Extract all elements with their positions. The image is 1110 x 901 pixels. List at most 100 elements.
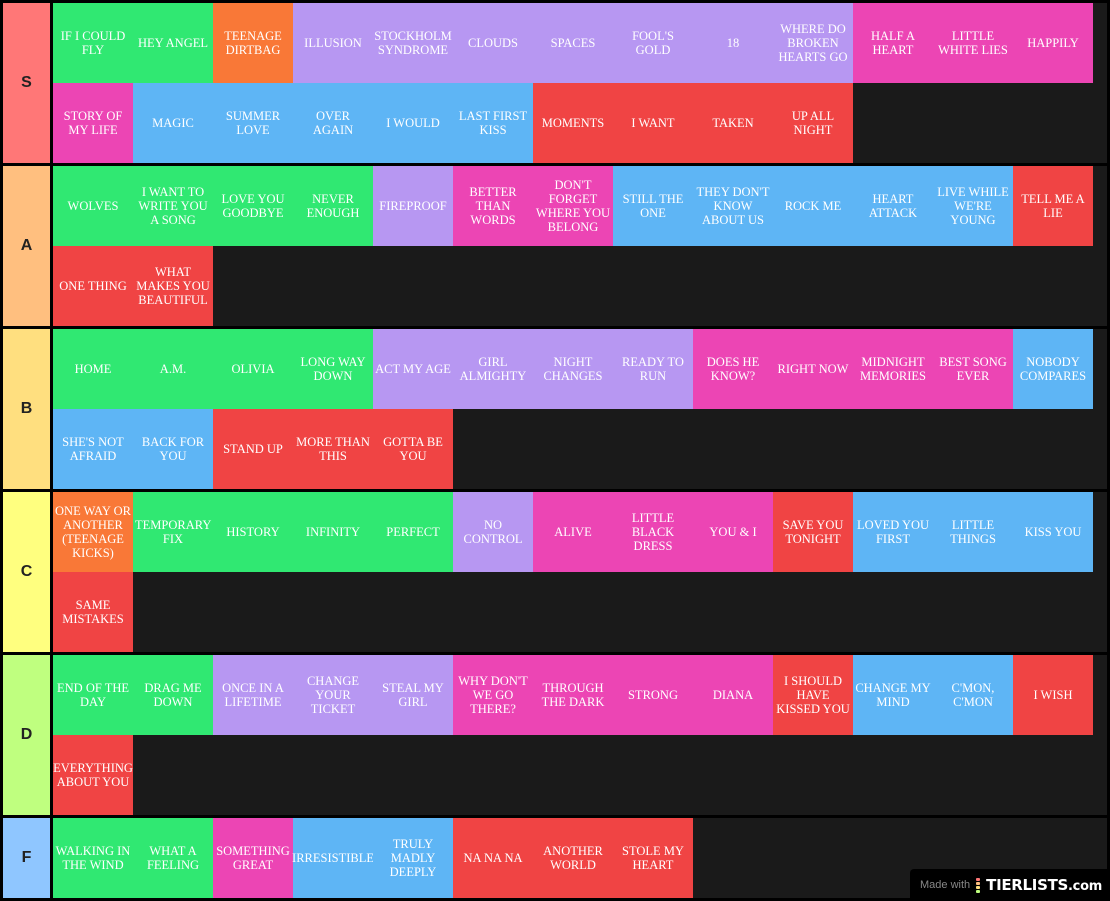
tier-item[interactable]: I WOULD bbox=[373, 83, 453, 163]
tier-item[interactable]: FIREPROOF bbox=[373, 166, 453, 246]
tier-item[interactable]: BEST SONG EVER bbox=[933, 329, 1013, 409]
tier-item[interactable]: STOCKHOLM SYNDROME bbox=[373, 3, 453, 83]
tier-item[interactable]: BACK FOR YOU bbox=[133, 409, 213, 489]
tier-item[interactable]: I SHOULD HAVE KISSED YOU bbox=[773, 655, 853, 735]
tier-item[interactable]: LITTLE THINGS bbox=[933, 492, 1013, 572]
tier-item[interactable]: STILL THE ONE bbox=[613, 166, 693, 246]
tier-item[interactable]: MORE THAN THIS bbox=[293, 409, 373, 489]
tier-item[interactable]: HISTORY bbox=[213, 492, 293, 572]
tier-items-dropzone[interactable]: WOLVES I WANT TO WRITE YOU A SONG LOVE YOU… bbox=[53, 166, 1107, 326]
tier-item[interactable]: HALF A HEART bbox=[853, 3, 933, 83]
tier-item[interactable]: SAVE YOU TONIGHT bbox=[773, 492, 853, 572]
tier-item[interactable]: LAST FIRST KISS bbox=[453, 83, 533, 163]
tier-item[interactable]: LOVED YOU FIRST bbox=[853, 492, 933, 572]
tier-item[interactable]: I WISH bbox=[1013, 655, 1093, 735]
tier-item[interactable]: LOVE YOU GOODBYE bbox=[213, 166, 293, 246]
tier-item[interactable]: SUMMER LOVE bbox=[213, 83, 293, 163]
tier-item[interactable]: HEY ANGEL bbox=[133, 3, 213, 83]
tier-item[interactable]: STOLE MY HEART bbox=[613, 818, 693, 898]
tier-item[interactable]: TELL ME A LIE bbox=[1013, 166, 1093, 246]
tier-item[interactable]: FOOL'S GOLD bbox=[613, 3, 693, 83]
tier-item[interactable]: RIGHT NOW bbox=[773, 329, 853, 409]
tier-item[interactable]: MOMENTS bbox=[533, 83, 613, 163]
tier-item[interactable]: ONE WAY OR ANOTHER (TEENAGE KICKS) bbox=[53, 492, 133, 572]
tier-item[interactable]: NEVER ENOUGH bbox=[293, 166, 373, 246]
tier-item[interactable]: CLOUDS bbox=[453, 3, 533, 83]
tier-item[interactable]: NIGHT CHANGES bbox=[533, 329, 613, 409]
tier-item[interactable]: WHERE DO BROKEN HEARTS GO bbox=[773, 3, 853, 83]
tier-item[interactable]: I WANT bbox=[613, 83, 693, 163]
tier-item[interactable]: DOES HE KNOW? bbox=[693, 329, 773, 409]
tier-item[interactable]: STRONG bbox=[613, 655, 693, 735]
tier-item[interactable]: HAPPILY bbox=[1013, 3, 1093, 83]
tier-item[interactable]: YOU & I bbox=[693, 492, 773, 572]
tier-item[interactable]: DRAG ME DOWN bbox=[133, 655, 213, 735]
tier-item[interactable]: BETTER THAN WORDS bbox=[453, 166, 533, 246]
tier-item[interactable]: OVER AGAIN bbox=[293, 83, 373, 163]
tier-label[interactable]: B bbox=[3, 329, 50, 489]
tier-item[interactable]: NA NA NA bbox=[453, 818, 533, 898]
tier-item[interactable]: GIRL ALMIGHTY bbox=[453, 329, 533, 409]
tier-item[interactable]: READY TO RUN bbox=[613, 329, 693, 409]
tier-item[interactable]: 18 bbox=[693, 3, 773, 83]
tier-item[interactable]: TRULY MADLY DEEPLY bbox=[373, 818, 453, 898]
tier-label[interactable]: A bbox=[3, 166, 50, 326]
tier-item[interactable]: INFINITY bbox=[293, 492, 373, 572]
tier-items-dropzone[interactable]: END OF THE DAY DRAG ME DOWN ONCE IN A LIFE… bbox=[53, 655, 1107, 815]
tier-item[interactable]: SOMETHING GREAT bbox=[213, 818, 293, 898]
tier-item[interactable]: SAME MISTAKES bbox=[53, 572, 133, 652]
tier-item[interactable]: TAKEN bbox=[693, 83, 773, 163]
tier-item[interactable]: TEENAGE DIRTBAG bbox=[213, 3, 293, 83]
tier-item[interactable]: IF I COULD FLY bbox=[53, 3, 133, 83]
tier-label[interactable]: F bbox=[3, 818, 50, 898]
tier-item[interactable]: IRRESISTIBLE bbox=[292, 818, 374, 898]
tier-item[interactable]: I WANT TO WRITE YOU A SONG bbox=[133, 166, 213, 246]
tier-item[interactable]: DON'T FORGET WHERE YOU BELONG bbox=[533, 166, 613, 246]
tier-item[interactable]: ALIVE bbox=[533, 492, 613, 572]
tier-label[interactable]: D bbox=[3, 655, 50, 815]
tier-item[interactable]: PERFECT bbox=[373, 492, 453, 572]
tier-item[interactable]: LITTLE BLACK DRESS bbox=[613, 492, 693, 572]
tier-item[interactable]: SPACES bbox=[533, 3, 613, 83]
tier-item[interactable]: OLIVIA bbox=[213, 329, 293, 409]
tier-item[interactable]: STEAL MY GIRL bbox=[373, 655, 453, 735]
tier-item[interactable]: ILLUSION bbox=[293, 3, 373, 83]
tier-item[interactable]: MAGIC bbox=[133, 83, 213, 163]
tier-item[interactable]: NOBODY COMPARES bbox=[1013, 329, 1093, 409]
tier-item[interactable]: ANOTHER WORLD bbox=[533, 818, 613, 898]
tier-item[interactable]: WHAT MAKES YOU BEAUTIFUL bbox=[133, 246, 213, 326]
tier-item[interactable]: DIANA bbox=[693, 655, 773, 735]
tier-item[interactable]: SHE'S NOT AFRAID bbox=[53, 409, 133, 489]
tier-item[interactable]: WHAT A FEELING bbox=[133, 818, 213, 898]
tier-item[interactable]: THEY DON'T KNOW ABOUT US bbox=[693, 166, 773, 246]
tier-item[interactable]: CHANGE MY MIND bbox=[853, 655, 933, 735]
tier-item[interactable]: MIDNIGHT MEMORIES bbox=[853, 329, 933, 409]
tier-item[interactable]: HEART ATTACK bbox=[853, 166, 933, 246]
tier-items-dropzone[interactable]: IF I COULD FLY HEY ANGEL TEENAGE DIRTBAG IL… bbox=[53, 3, 1107, 163]
tier-item[interactable]: WHY DON'T WE GO THERE? bbox=[453, 655, 533, 735]
tier-item[interactable]: END OF THE DAY bbox=[53, 655, 133, 735]
tier-item[interactable]: KISS YOU bbox=[1013, 492, 1093, 572]
tier-item[interactable]: ROCK ME bbox=[773, 166, 853, 246]
tier-item[interactable]: ONE THING bbox=[53, 246, 133, 326]
tier-item[interactable]: STORY OF MY LIFE bbox=[53, 83, 133, 163]
tier-item[interactable]: THROUGH THE DARK bbox=[533, 655, 613, 735]
tier-item[interactable]: ACT MY AGE bbox=[373, 329, 453, 409]
tier-item[interactable]: UP ALL NIGHT bbox=[773, 83, 853, 163]
tier-items-dropzone[interactable]: HOME A.M. OLIVIA LONG WAY DOWN ACT MY AGE GIR… bbox=[53, 329, 1107, 489]
tier-label[interactable]: C bbox=[3, 492, 50, 652]
tier-item[interactable]: NO CONTROL bbox=[453, 492, 533, 572]
tier-item[interactable]: LITTLE WHITE LIES bbox=[933, 3, 1013, 83]
tier-item[interactable]: LONG WAY DOWN bbox=[293, 329, 373, 409]
tier-item[interactable]: A.M. bbox=[133, 329, 213, 409]
tier-item[interactable]: HOME bbox=[53, 329, 133, 409]
tier-item[interactable]: STAND UP bbox=[213, 409, 293, 489]
tier-item[interactable]: EVERYTHING ABOUT YOU bbox=[53, 735, 133, 815]
tier-item[interactable]: WOLVES bbox=[53, 166, 133, 246]
tier-item[interactable]: LIVE WHILE WE'RE YOUNG bbox=[933, 166, 1013, 246]
tier-items-dropzone[interactable]: ONE WAY OR ANOTHER (TEENAGE KICKS) TEMPOR… bbox=[53, 492, 1107, 652]
tier-item[interactable]: GOTTA BE YOU bbox=[373, 409, 453, 489]
tier-item[interactable]: WALKING IN THE WIND bbox=[53, 818, 133, 898]
tier-item[interactable]: TEMPORARY FIX bbox=[133, 492, 213, 572]
tier-item[interactable]: CHANGE YOUR TICKET bbox=[293, 655, 373, 735]
